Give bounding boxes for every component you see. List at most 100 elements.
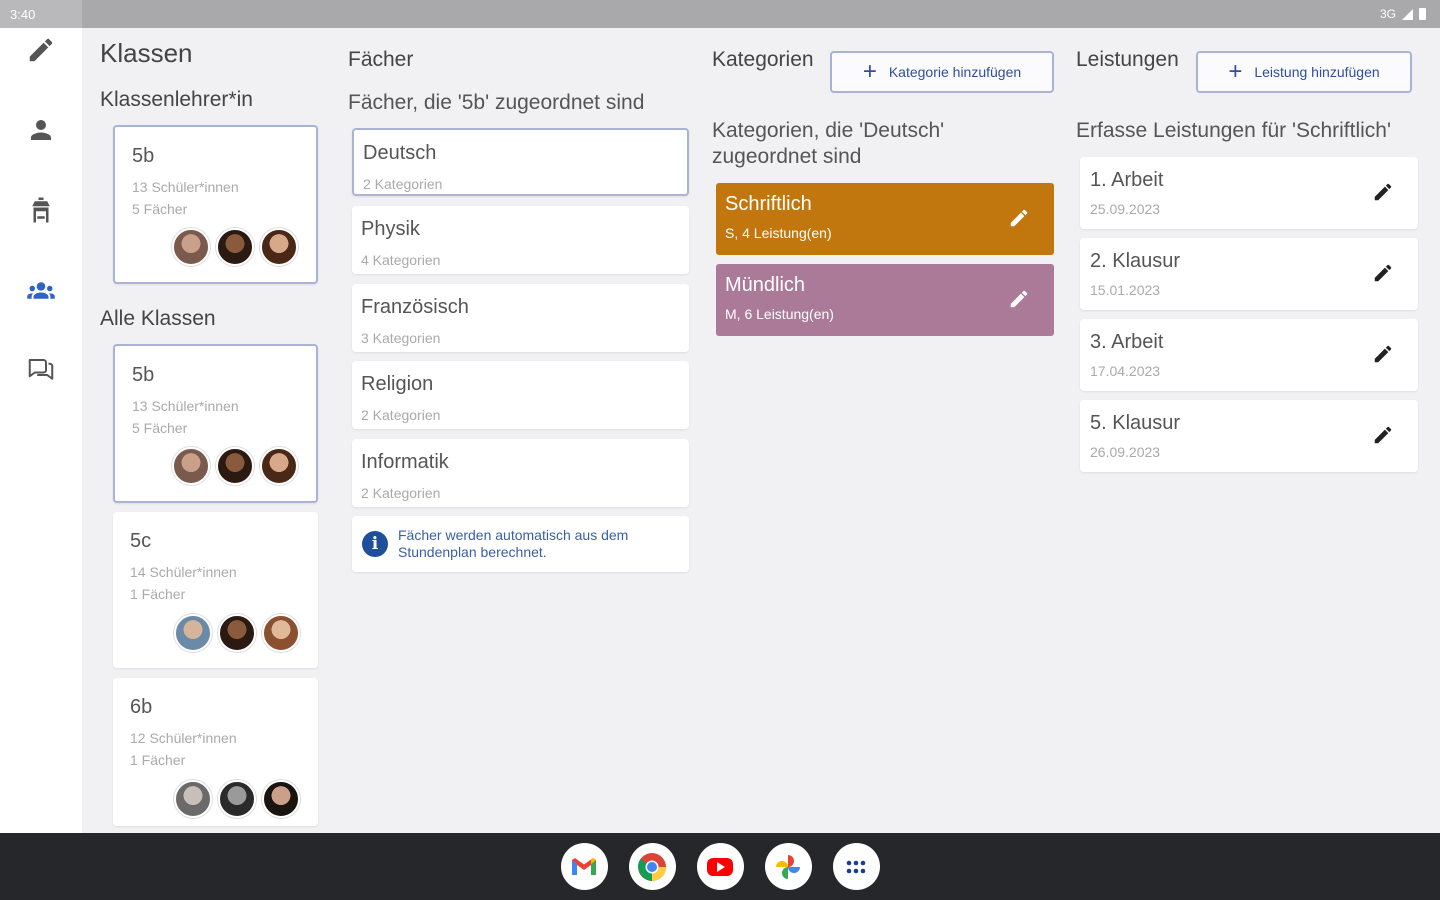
avatar [172, 228, 210, 266]
performance-name: 2. Klausur [1090, 250, 1181, 272]
performances-subtitle: Erfasse Leistungen für 'Schriftlich' [1076, 119, 1391, 142]
youtube-icon [707, 857, 733, 876]
photos-app[interactable] [764, 843, 812, 890]
nav-school[interactable] [21, 190, 61, 230]
subject-meta: 2 Kategorien [361, 407, 441, 423]
performance-card[interactable]: 2. Klausur 15.01.2023 [1080, 238, 1418, 310]
apps-grid-icon [846, 860, 866, 873]
class-card-5c[interactable]: 5c 14 Schüler*innen 1 Fächer [113, 512, 318, 668]
status-time-area: 3:40 [0, 0, 82, 28]
subject-name: Deutsch [363, 142, 437, 164]
groups-icon [27, 282, 55, 299]
categories-title: Kategorien [712, 48, 814, 71]
class-subjects: 1 Fächer [130, 586, 186, 602]
pencil-icon [1010, 209, 1028, 227]
avatar [262, 614, 300, 652]
avatar [260, 447, 298, 485]
edit-performance-button[interactable] [1368, 339, 1398, 369]
add-category-label: Kategorie hinzufügen [888, 64, 1022, 80]
app-launcher[interactable] [832, 843, 880, 890]
performances-title: Leistungen [1076, 48, 1179, 71]
subject-card-religion[interactable]: Religion 2 Kategorien [352, 361, 689, 429]
avatar-group [174, 780, 300, 818]
class-students: 12 Schüler*innen [130, 730, 237, 746]
main-content: Klassen Klassenlehrer*in 5b 13 Schüler*i… [82, 28, 1440, 833]
battery-icon [1419, 8, 1426, 20]
category-meta: M, 6 Leistung(en) [725, 306, 834, 322]
categories-subtitle-line1: Kategorien, die 'Deutsch' [712, 119, 945, 142]
avatar [260, 228, 298, 266]
performance-date: 15.01.2023 [1090, 282, 1161, 298]
performance-name: 3. Arbeit [1090, 331, 1164, 353]
photos-icon [776, 854, 800, 879]
chrome-icon [638, 852, 666, 881]
status-bar: 3:40 3G [0, 0, 1440, 28]
taskbar [0, 833, 1440, 900]
edit-category-button[interactable] [1004, 203, 1034, 233]
add-category-button[interactable]: + Kategorie hinzufügen [830, 51, 1054, 93]
avatar [174, 614, 212, 652]
class-name: 5b [132, 364, 155, 386]
subject-card-deutsch[interactable]: Deutsch 2 Kategorien [352, 128, 689, 196]
avatar [216, 228, 254, 266]
edit-performance-button[interactable] [1368, 420, 1398, 450]
pencil-icon [1374, 183, 1392, 201]
class-subjects: 5 Fächer [132, 420, 188, 436]
performance-card[interactable]: 3. Arbeit 17.04.2023 [1080, 319, 1418, 391]
network-type: 3G [1379, 7, 1396, 21]
edit-performance-button[interactable] [1368, 177, 1398, 207]
class-students: 13 Schüler*innen [132, 179, 239, 195]
youtube-app[interactable] [696, 843, 744, 890]
subject-card-physik[interactable]: Physik 4 Kategorien [352, 206, 689, 274]
subject-card-informatik[interactable]: Informatik 2 Kategorien [352, 439, 689, 507]
class-card-teacher[interactable]: 5b 13 Schüler*innen 5 Fächer [113, 125, 318, 284]
teacher-heading: Klassenlehrer*in [100, 88, 253, 111]
school-icon [32, 197, 50, 223]
gmail-icon [572, 857, 596, 875]
edit-performance-button[interactable] [1368, 258, 1398, 288]
avatar [262, 780, 300, 818]
add-performance-label: Leistung hinzufügen [1254, 64, 1380, 80]
add-performance-button[interactable]: + Leistung hinzufügen [1196, 51, 1412, 93]
avatar-group [172, 447, 298, 485]
status-time: 3:40 [10, 6, 36, 22]
plus-icon: + [1228, 58, 1243, 85]
subject-meta: 3 Kategorien [361, 330, 441, 346]
performance-card[interactable]: 1. Arbeit 25.09.2023 [1080, 157, 1418, 229]
info-icon: i [362, 531, 388, 557]
subject-card-franzoesisch[interactable]: Französisch 3 Kategorien [352, 284, 689, 352]
chrome-app[interactable] [628, 843, 676, 890]
class-name: 6b [130, 696, 153, 718]
class-card-6b[interactable]: 6b 12 Schüler*innen 1 Fächer [113, 678, 318, 826]
pencil-icon [1374, 426, 1392, 444]
subjects-info-note: i Fächer werden automatisch aus dem Stun… [352, 516, 689, 572]
class-card-5b[interactable]: 5b 13 Schüler*innen 5 Fächer [113, 344, 318, 503]
subject-name: Informatik [361, 451, 449, 473]
category-card-muendlich[interactable]: Mündlich M, 6 Leistung(en) [716, 264, 1054, 336]
chat-icon [28, 359, 54, 380]
category-card-schriftlich[interactable]: Schriftlich S, 4 Leistung(en) [716, 183, 1054, 255]
performance-name: 5. Klausur [1090, 412, 1181, 434]
subject-name: Religion [361, 373, 434, 395]
edit-category-button[interactable] [1004, 284, 1034, 314]
categories-subtitle-line2: zugeordnet sind [712, 145, 862, 168]
pencil-icon [1374, 264, 1392, 282]
subjects-title: Fächer [348, 48, 414, 71]
subjects-subtitle: Fächer, die '5b' zugeordnet sind [348, 91, 645, 114]
nav-person[interactable] [21, 110, 61, 150]
class-subjects: 1 Fächer [130, 752, 186, 768]
performance-date: 26.09.2023 [1090, 444, 1161, 460]
nav-groups[interactable] [21, 270, 61, 310]
subject-name: Physik [361, 218, 420, 240]
gmail-app[interactable] [560, 843, 608, 890]
class-name: 5c [130, 530, 152, 552]
avatar [216, 447, 254, 485]
avatar-group [172, 228, 298, 266]
subject-meta: 4 Kategorien [361, 252, 441, 268]
nav-edit[interactable] [21, 30, 61, 70]
class-subjects: 5 Fächer [132, 201, 188, 217]
avatar-group [174, 614, 300, 652]
nav-chat[interactable] [21, 350, 61, 390]
performance-card[interactable]: 5. Klausur 26.09.2023 [1080, 400, 1418, 472]
class-students: 14 Schüler*innen [130, 564, 237, 580]
